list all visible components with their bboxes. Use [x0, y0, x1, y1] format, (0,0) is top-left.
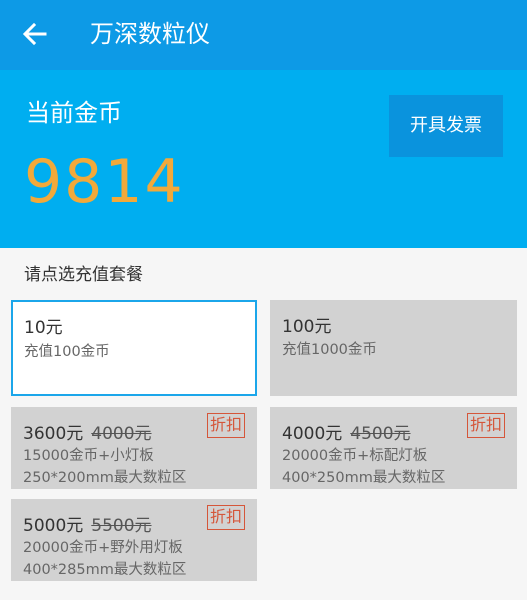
package-price: 100元	[282, 317, 332, 337]
package-original-price: 5500元	[91, 516, 152, 536]
package-price-row: 4000元 4500元	[282, 421, 411, 447]
package-description-line-1: 15000金币+小灯板	[23, 448, 154, 464]
package-description-line-2: 400*250mm最大数粒区	[282, 470, 446, 486]
discount-badge: 折扣	[207, 413, 245, 438]
package-price-row: 3600元 4000元	[23, 421, 152, 447]
package-description: 充值100金币	[24, 344, 110, 360]
arrow-left-icon[interactable]	[18, 17, 52, 51]
package-card-3600[interactable]: 3600元 4000元 15000金币+小灯板 250*200mm最大数粒区 折扣	[11, 407, 257, 489]
package-price-row: 10元	[24, 315, 63, 341]
package-original-price: 4000元	[91, 424, 152, 444]
package-card-5000[interactable]: 5000元 5500元 20000金币+野外用灯板 400*285mm最大数粒区 …	[11, 499, 257, 581]
package-description-line-2: 250*200mm最大数粒区	[23, 470, 187, 486]
package-price: 3600元	[23, 424, 84, 444]
page-title: 万深数粒仪	[90, 20, 210, 48]
package-price-row: 100元	[282, 314, 331, 340]
package-price: 4000元	[282, 424, 343, 444]
package-description-line-1: 20000金币+标配灯板	[282, 448, 428, 464]
package-card-4000[interactable]: 4000元 4500元 20000金币+标配灯板 400*250mm最大数粒区 折…	[270, 407, 517, 489]
discount-badge: 折扣	[467, 413, 505, 438]
discount-badge: 折扣	[207, 505, 245, 530]
package-card-100[interactable]: 100元 充值1000金币	[270, 300, 517, 396]
package-hint: 请点选充值套餐	[24, 265, 143, 285]
package-description-line-2: 400*285mm最大数粒区	[23, 562, 187, 578]
app-bar: 万深数粒仪	[0, 0, 527, 70]
package-description-line-1: 20000金币+野外用灯板	[23, 540, 183, 556]
coin-balance-value: 9814	[24, 147, 185, 217]
package-description: 充值1000金币	[282, 342, 377, 358]
coin-balance-panel: 当前金币 9814 开具发票	[0, 70, 527, 248]
package-original-price: 4500元	[350, 424, 411, 444]
issue-invoice-button[interactable]: 开具发票	[389, 95, 503, 157]
coin-balance-label: 当前金币	[26, 99, 122, 127]
package-price: 5000元	[23, 516, 84, 536]
package-card-10[interactable]: 10元 充值100金币	[11, 300, 257, 396]
package-price: 10元	[24, 318, 63, 338]
package-price-row: 5000元 5500元	[23, 513, 152, 539]
